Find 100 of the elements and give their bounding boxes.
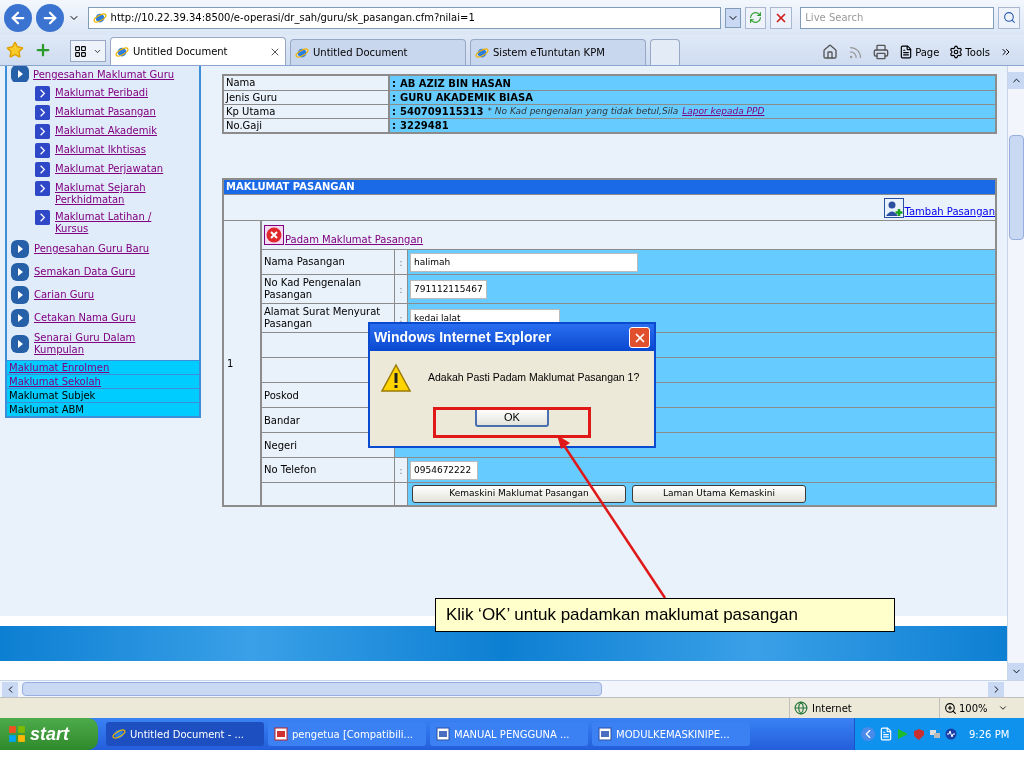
tray-document-icon <box>879 727 893 741</box>
refresh-button[interactable] <box>744 6 767 29</box>
browser-icon <box>92 10 107 25</box>
arrow-bullet-icon <box>11 263 29 281</box>
taskbar-button[interactable]: Untitled Document - ... <box>106 722 264 746</box>
scroll-thumb[interactable] <box>1008 135 1024 240</box>
clock: 9:26 PM <box>969 727 1010 742</box>
sidebar-link[interactable]: Senarai Guru Dalam Kumpulan <box>34 332 174 356</box>
tray-audio-icon <box>945 728 957 740</box>
sidebar-sublink[interactable]: Maklumat Latihan / Kursus <box>55 210 173 235</box>
sidebar-menu-item[interactable]: Maklumat Sekolah <box>7 374 199 388</box>
sidebar-sublink[interactable]: Maklumat Perjawatan <box>55 162 173 175</box>
sidebar-sublink[interactable]: Maklumat Ikhtisas <box>55 143 173 156</box>
form-button[interactable]: Kemaskini Maklumat Pasangan <box>412 485 626 503</box>
entry-number: 1 <box>227 356 234 371</box>
tools-menu[interactable]: Tools <box>965 44 990 60</box>
taskbar-button[interactable]: MODULKEMASKINIPE... <box>592 722 750 746</box>
page-icon <box>899 45 914 59</box>
sidebar-sublink[interactable]: Maklumat Akademik <box>55 124 173 137</box>
info-value: 540709115313 <box>400 105 484 119</box>
sidebar-link[interactable]: Carian Guru <box>34 289 174 301</box>
add-favorite-icon[interactable] <box>34 41 52 59</box>
taskbar-button[interactable]: pengetua [Compatibili... <box>268 722 426 746</box>
close-button[interactable] <box>629 327 650 348</box>
page-menu[interactable]: Page <box>915 44 940 60</box>
text-field[interactable]: 0954672222 <box>410 460 478 480</box>
grid-icon <box>74 44 87 58</box>
browser-icon <box>475 45 489 60</box>
sidebar-link[interactable]: Semakan Data Guru <box>34 266 174 278</box>
text-field[interactable]: 791112115467 <box>410 279 487 299</box>
sidebar-link[interactable]: Cetakan Nama Guru <box>34 312 174 324</box>
address-field[interactable]: http://10.22.39.34:8500/e-operasi/dr_sah/guru/sk_pasangan.cfm?nilai=1 <box>87 6 721 29</box>
info-label: Kp Utama <box>224 105 390 118</box>
start-button[interactable]: start <box>0 718 98 750</box>
sidebar-sublink[interactable]: Maklumat Sejarah Perkhidmatan <box>55 181 173 206</box>
arrow-bullet-icon <box>35 124 50 139</box>
sidebar-link[interactable]: Pengesahan Guru Baru <box>34 243 174 255</box>
sidebar-menu-item[interactable]: Maklumat Subjek <box>7 388 199 402</box>
callout-note: Klik ‘OK’ untuk padamkan maklumat pasangan <box>435 598 895 632</box>
sidebar-menu-item[interactable]: Maklumat Enrolmen <box>7 360 199 374</box>
scroll-thumb[interactable] <box>22 682 602 696</box>
print-icon[interactable] <box>873 44 890 60</box>
caret-icon[interactable] <box>997 703 1008 713</box>
field-label: Nama Pasangan <box>262 250 395 274</box>
info-value: AB AZIZ BIN HASAN <box>400 76 511 91</box>
globe-icon <box>794 701 808 715</box>
colon: : <box>392 76 396 91</box>
sidebar-sublink[interactable]: Maklumat Peribadi <box>55 86 173 99</box>
refresh-icon <box>749 11 762 24</box>
browser-icon <box>295 45 309 60</box>
quick-tabs-button[interactable] <box>70 40 106 62</box>
browser-icon <box>115 44 129 59</box>
stop-button[interactable] <box>770 6 793 29</box>
back-button[interactable] <box>4 3 32 32</box>
tray-flag-icon <box>897 728 909 740</box>
add-spouse-link[interactable]: Tambah Pasangan <box>904 204 995 219</box>
forward-button[interactable] <box>35 3 64 32</box>
url-text: http://10.22.39.34:8500/e-operasi/dr_sah/guru/sk_pasangan.cfm?nilai=1 <box>110 11 475 25</box>
arrow-bullet-icon <box>11 286 29 304</box>
info-value: GURU AKADEMIK BIASA <box>400 91 533 105</box>
colon: : <box>392 105 396 119</box>
form-button[interactable]: Laman Utama Kemaskini <box>632 485 806 503</box>
windows-logo-icon <box>8 725 26 743</box>
arrow-bullet-icon <box>35 162 50 177</box>
section-header: MAKLUMAT PASANGAN <box>224 180 995 194</box>
zoom-icon <box>944 701 957 715</box>
browser-tab[interactable]: Untitled Document <box>110 37 286 65</box>
add-person-icon[interactable] <box>884 198 905 218</box>
sidebar-sublink[interactable]: Maklumat Pasangan <box>55 105 173 118</box>
info-value: 3229481 <box>400 119 449 133</box>
zoom-level[interactable]: 100% <box>959 700 988 716</box>
report-link[interactable]: Lapor kepada PPD <box>682 104 765 119</box>
sidebar-link[interactable]: Pengesahan Maklumat Guru <box>33 66 175 82</box>
home-icon[interactable] <box>822 44 839 60</box>
search-icon <box>1002 11 1016 24</box>
search-field[interactable]: Live Search <box>800 6 995 29</box>
dialog-message: Adakah Pasti Padam Maklumat Pasangan 1? <box>428 370 640 386</box>
more-icon[interactable] <box>1000 46 1012 58</box>
delete-spouse-link[interactable]: Padam Maklumat Pasangan <box>285 232 423 247</box>
taskbar-button[interactable]: MANUAL PENGGUNA ... <box>430 722 588 746</box>
tray-shield-icon <box>913 728 925 740</box>
info-label: Nama <box>224 76 390 90</box>
delete-icon[interactable] <box>264 225 284 245</box>
colon: : <box>392 119 396 133</box>
expand-tray-icon[interactable] <box>861 727 875 741</box>
vertical-scrollbar[interactable] <box>1007 66 1024 680</box>
search-button[interactable] <box>998 6 1020 29</box>
warning-icon <box>380 363 412 393</box>
arrow-bullet-icon <box>11 240 29 258</box>
note-text: * No Kad pengenalan yang tidak betul,Sila <box>487 104 679 118</box>
text-field[interactable]: halimah <box>410 252 638 272</box>
document-icon <box>436 727 450 741</box>
address-dropdown-button[interactable] <box>724 7 741 28</box>
browser-tab[interactable]: Sistem eTuntutan KPM <box>470 39 646 65</box>
arrow-bullet-icon <box>11 66 29 82</box>
horizontal-scrollbar[interactable] <box>0 680 1024 697</box>
arrow-bullet-icon <box>35 210 50 225</box>
tray-network-icon <box>929 728 941 740</box>
browser-tab[interactable]: Untitled Document <box>290 39 466 65</box>
sidebar-menu-item[interactable]: Maklumat ABM <box>7 402 199 416</box>
